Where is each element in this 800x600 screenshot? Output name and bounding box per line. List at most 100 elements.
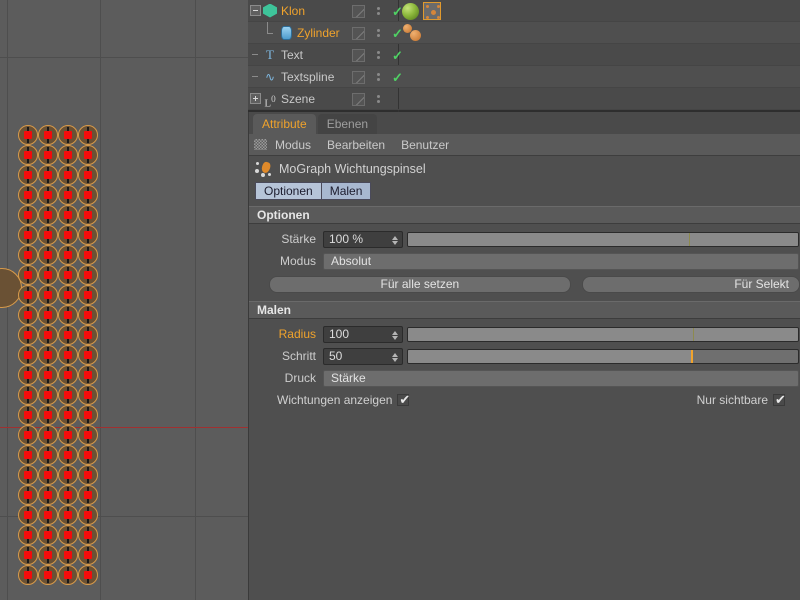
cylinder-object-icon[interactable] <box>278 25 294 41</box>
param-row-radius: Radius 100 <box>249 323 800 345</box>
clone-instance <box>58 245 78 265</box>
mograph-weight-brush-icon <box>255 160 273 178</box>
fuer-alle-setzen-button[interactable]: Für alle setzen <box>269 276 571 293</box>
scene-object-icon[interactable]: L0 <box>262 91 278 107</box>
object-label: Szene <box>281 92 315 106</box>
spinner-staerke[interactable] <box>390 234 399 247</box>
visibility-dots-icon[interactable] <box>371 3 385 19</box>
menu-benutzer[interactable]: Benutzer <box>401 138 449 152</box>
visibility-swatch[interactable] <box>352 5 365 18</box>
spline-object-icon[interactable]: ∿ <box>262 69 278 85</box>
tree-branch-icon <box>250 71 261 82</box>
expander-expand-icon[interactable] <box>250 93 261 104</box>
clone-instance <box>38 445 58 465</box>
text-object-icon[interactable]: T <box>262 47 278 63</box>
clone-instance <box>38 185 58 205</box>
active-tool-header: MoGraph Wichtungspinsel <box>249 156 800 181</box>
clone-instance <box>78 345 98 365</box>
clone-instance <box>38 325 58 345</box>
object-tags-zylinder[interactable] <box>402 22 426 44</box>
dropdown-druck[interactable]: Stärke <box>323 370 799 387</box>
value-staerke: 100 % <box>324 232 363 246</box>
input-radius[interactable]: 100 <box>323 326 403 343</box>
checkbox-wichtungen-anzeigen-box[interactable]: ✔ <box>397 394 409 406</box>
label-nur-sichtbare: Nur sichtbare <box>697 393 768 407</box>
clone-object-icon[interactable] <box>262 3 278 19</box>
subtab-optionen[interactable]: Optionen <box>255 182 322 200</box>
right-dock: Klon✓Zylinder✓TText✓∿Textspline✓L0Szene <box>248 0 800 600</box>
tab-attribute[interactable]: Attribute <box>253 114 316 134</box>
visibility-dots-icon[interactable] <box>371 25 385 41</box>
clone-instance <box>78 445 98 465</box>
object-row-szene[interactable]: L0Szene <box>248 88 800 110</box>
clone-instance <box>18 365 38 385</box>
clone-array[interactable] <box>18 125 96 585</box>
visibility-swatch[interactable] <box>352 93 365 106</box>
clone-instance <box>38 205 58 225</box>
slider-radius[interactable] <box>407 327 799 342</box>
clone-tag-icon[interactable] <box>410 30 421 41</box>
slider-schritt[interactable] <box>407 349 799 364</box>
clone-instance <box>18 465 38 485</box>
tab-ebenen[interactable]: Ebenen <box>318 114 377 134</box>
checkbox-row-malen: Wichtungen anzeigen ✔ Nur sichtbare ✔ <box>249 389 800 411</box>
viewport-perspective[interactable] <box>0 0 248 600</box>
menu-bearbeiten[interactable]: Bearbeiten <box>327 138 385 152</box>
spinner-schritt[interactable] <box>390 351 399 364</box>
enabled-check-icon[interactable]: ✓ <box>392 71 403 84</box>
visibility-dots-icon[interactable] <box>371 91 385 107</box>
visibility-dots-icon[interactable] <box>371 69 385 85</box>
object-row-textspline[interactable]: ∿Textspline✓ <box>248 66 800 88</box>
dither-pattern-icon <box>254 139 267 150</box>
object-tags-klon[interactable] <box>402 0 441 22</box>
spinner-radius[interactable] <box>390 329 399 342</box>
value-radius: 100 <box>324 327 349 341</box>
group-header-malen[interactable]: Malen <box>249 301 800 319</box>
checkbox-nur-sichtbare[interactable]: Nur sichtbare ✔ <box>697 393 785 407</box>
fuer-selektion-setzen-button[interactable]: Für Selekt <box>582 276 800 293</box>
clone-instance <box>18 405 38 425</box>
label-druck: Druck <box>249 371 323 385</box>
object-row-text[interactable]: TText✓ <box>248 44 800 66</box>
object-manager-rows: Klon✓Zylinder✓TText✓∿Textspline✓L0Szene <box>248 0 800 110</box>
label-modus: Modus <box>249 254 323 268</box>
clone-instance <box>58 365 78 385</box>
clone-instance <box>18 425 38 445</box>
visibility-swatch[interactable] <box>352 27 365 40</box>
group-header-optionen[interactable]: Optionen <box>249 206 800 224</box>
enabled-check-icon[interactable]: ✓ <box>392 49 403 62</box>
clone-instance <box>58 545 78 565</box>
input-staerke[interactable]: 100 % <box>323 231 403 248</box>
clone-instance <box>78 205 98 225</box>
material-tag-icon[interactable] <box>402 3 419 20</box>
object-row-klon[interactable]: Klon✓ <box>248 0 800 22</box>
clone-instance <box>38 385 58 405</box>
clone-instance <box>38 305 58 325</box>
visibility-swatch[interactable] <box>352 71 365 84</box>
dropdown-modus[interactable]: Absolut <box>323 253 799 270</box>
optionen-button-row: Für alle setzen Für Selekt <box>249 272 800 296</box>
checkbox-nur-sichtbare-box[interactable]: ✔ <box>773 394 785 406</box>
input-schritt[interactable]: 50 <box>323 348 403 365</box>
subtab-malen[interactable]: Malen <box>321 182 372 200</box>
menu-modus[interactable]: Modus <box>275 138 311 152</box>
checkbox-wichtungen-anzeigen[interactable]: Wichtungen anzeigen ✔ <box>277 393 409 407</box>
visibility-dots-icon[interactable] <box>371 47 385 63</box>
visibility-swatch[interactable] <box>352 49 365 62</box>
clone-instance <box>38 405 58 425</box>
object-row-zylinder[interactable]: Zylinder✓ <box>248 22 800 44</box>
clone-instance <box>18 525 38 545</box>
clone-instance <box>58 145 78 165</box>
clone-instance <box>18 145 38 165</box>
clone-instance <box>78 405 98 425</box>
clone-instance <box>58 425 78 445</box>
slider-staerke[interactable] <box>407 232 799 247</box>
clone-instance <box>78 325 98 345</box>
expander-collapse-icon[interactable] <box>250 5 261 16</box>
object-manager[interactable]: Klon✓Zylinder✓TText✓∿Textspline✓L0Szene <box>248 0 800 112</box>
label-staerke: Stärke <box>249 232 323 246</box>
clone-instance <box>38 545 58 565</box>
clone-instance <box>18 265 38 285</box>
mograph-weight-tag-icon[interactable] <box>423 2 441 20</box>
clone-instance <box>18 185 38 205</box>
